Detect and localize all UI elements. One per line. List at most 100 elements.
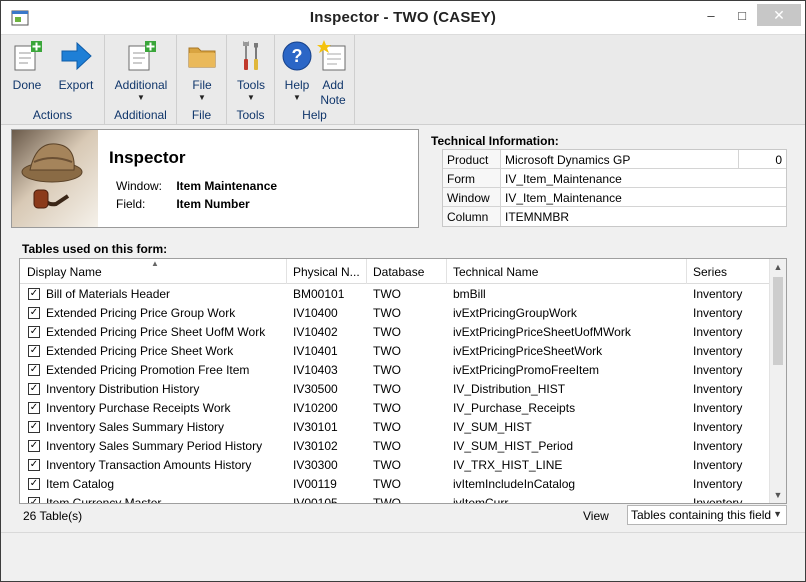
column-divider[interactable] bbox=[446, 259, 447, 284]
cell-technical-name: ivExtPricingPriceSheetUofMWork bbox=[453, 325, 631, 339]
group-label-additional: Additional bbox=[114, 108, 167, 122]
column-header-technical-name[interactable]: Technical Name bbox=[453, 265, 538, 279]
cell-physical-name: IV30102 bbox=[293, 439, 338, 453]
table-row[interactable]: ✓ Inventory Transaction Amounts History IV… bbox=[20, 456, 770, 475]
table-row[interactable]: ✓ Extended Pricing Price Sheet Work IV1040… bbox=[20, 342, 770, 361]
maximize-button[interactable]: □ bbox=[730, 7, 754, 27]
view-select[interactable]: Tables containing this field ▼ bbox=[627, 505, 787, 525]
row-checkbox[interactable]: ✓ bbox=[28, 288, 40, 300]
group-label-file: File bbox=[191, 108, 212, 122]
row-checkbox[interactable]: ✓ bbox=[28, 307, 40, 319]
table-row[interactable]: ✓ Extended Pricing Price Sheet UofM Work I… bbox=[20, 323, 770, 342]
cell-technical-name: IV_SUM_HIST_Period bbox=[453, 439, 574, 453]
chevron-down-icon: ▼ bbox=[137, 93, 145, 102]
cell-series: Inventory bbox=[693, 382, 743, 396]
cell-display-name: Extended Pricing Promotion Free Item bbox=[46, 363, 250, 377]
cell-physical-name: IV10402 bbox=[293, 325, 338, 339]
row-checkbox[interactable]: ✓ bbox=[28, 326, 40, 338]
cell-physical-name: IV00105 bbox=[293, 496, 338, 504]
table-row[interactable]: ✓ Inventory Sales Summary Period History I… bbox=[20, 437, 770, 456]
column-divider[interactable] bbox=[686, 259, 687, 284]
cell-series: Inventory bbox=[693, 344, 743, 358]
tech-key: Window bbox=[443, 188, 501, 206]
sort-ascending-icon: ▲ bbox=[151, 259, 159, 268]
row-checkbox[interactable]: ✓ bbox=[28, 459, 40, 471]
file-button[interactable]: File ▼ bbox=[183, 39, 221, 103]
table-row[interactable]: ✓ Extended Pricing Promotion Free Item IV1… bbox=[20, 361, 770, 380]
cell-technical-name: ivExtPricingGroupWork bbox=[453, 306, 577, 320]
tech-row-window: Window IV_Item_Maintenance bbox=[443, 188, 786, 207]
table-row[interactable]: ✓ Bill of Materials Header BM00101 TWO bmBil… bbox=[20, 285, 770, 304]
column-header-series[interactable]: Series bbox=[693, 265, 727, 279]
field-value: Item Number bbox=[176, 197, 250, 211]
scroll-down-icon[interactable]: ▼ bbox=[770, 487, 786, 503]
row-checkbox[interactable]: ✓ bbox=[28, 345, 40, 357]
window-title: Inspector - TWO (CASEY) bbox=[309, 9, 497, 26]
grid-header: ▲ Display Name Physical N... Database Te… bbox=[20, 259, 770, 284]
file-label: File bbox=[192, 78, 212, 92]
done-button[interactable]: Done bbox=[9, 39, 45, 93]
column-header-display-name[interactable]: Display Name bbox=[27, 265, 102, 279]
folder-icon bbox=[188, 47, 216, 68]
detective-hat-icon bbox=[21, 143, 83, 209]
table-row[interactable]: ✓ Inventory Sales Summary History IV30101 T… bbox=[20, 418, 770, 437]
add-note-label-line2: Note bbox=[320, 93, 346, 107]
tables-grid[interactable]: ▲ Display Name Physical N... Database Te… bbox=[19, 258, 787, 504]
cell-series: Inventory bbox=[693, 458, 743, 472]
add-note-label-line1: Add bbox=[322, 78, 344, 92]
chevron-down-icon: ▼ bbox=[773, 509, 782, 519]
group-label-tools: Tools bbox=[236, 108, 265, 122]
column-divider[interactable] bbox=[366, 259, 367, 284]
ribbon: Done Export Actions Additional ▼ Additio… bbox=[1, 35, 805, 125]
row-checkbox[interactable]: ✓ bbox=[28, 440, 40, 452]
table-row[interactable]: ✓ Extended Pricing Price Group Work IV1040… bbox=[20, 304, 770, 323]
cell-series: Inventory bbox=[693, 401, 743, 415]
column-header-physical-name[interactable]: Physical N... bbox=[293, 265, 360, 279]
cell-physical-name: IV10401 bbox=[293, 344, 338, 358]
cell-database: TWO bbox=[373, 401, 401, 415]
row-checkbox[interactable]: ✓ bbox=[28, 421, 40, 433]
tech-key: Product bbox=[443, 150, 501, 168]
tables-heading: Tables used on this form: bbox=[22, 242, 168, 256]
column-divider[interactable] bbox=[286, 259, 287, 284]
cell-physical-name: IV10400 bbox=[293, 306, 338, 320]
cell-display-name: Extended Pricing Price Group Work bbox=[46, 306, 236, 320]
additional-button[interactable]: Additional ▼ bbox=[109, 39, 173, 103]
row-checkbox[interactable]: ✓ bbox=[28, 478, 40, 490]
done-label: Done bbox=[12, 78, 42, 92]
help-button[interactable]: ? Help ▼ bbox=[279, 39, 315, 103]
table-row[interactable]: ✓ Inventory Purchase Receipts Work IV10200… bbox=[20, 399, 770, 418]
minimize-button[interactable]: – bbox=[699, 7, 723, 27]
info-window-row: Window: Item Maintenance bbox=[116, 179, 277, 193]
technical-info-table: Product Microsoft Dynamics GP 0 Form IV_… bbox=[442, 149, 787, 227]
cell-technical-name: ivExtPricingPriceSheetWork bbox=[453, 344, 603, 358]
close-button[interactable]: ✕ bbox=[757, 4, 801, 26]
row-checkbox[interactable]: ✓ bbox=[28, 497, 40, 503]
cell-technical-name: bmBill bbox=[453, 287, 486, 301]
column-header-database[interactable]: Database bbox=[373, 265, 424, 279]
scroll-up-icon[interactable]: ▲ bbox=[770, 259, 786, 275]
cell-physical-name: IV30300 bbox=[293, 458, 338, 472]
row-checkbox[interactable]: ✓ bbox=[28, 383, 40, 395]
export-button[interactable]: Export bbox=[55, 39, 97, 93]
scroll-thumb[interactable] bbox=[773, 277, 783, 365]
cell-display-name: Inventory Sales Summary History bbox=[46, 420, 225, 434]
row-checkbox[interactable]: ✓ bbox=[28, 402, 40, 414]
row-checkbox[interactable]: ✓ bbox=[28, 364, 40, 376]
help-icon: ? bbox=[282, 41, 312, 71]
tools-button[interactable]: Tools ▼ bbox=[232, 39, 270, 103]
done-icon bbox=[14, 41, 42, 71]
table-row[interactable]: ✓ Inventory Distribution History IV30500 TW… bbox=[20, 380, 770, 399]
add-note-button[interactable]: Add Note bbox=[315, 39, 351, 108]
window-label: Window: bbox=[116, 179, 163, 193]
cell-technical-name: IV_TRX_HIST_LINE bbox=[453, 458, 563, 472]
tech-row-column: Column ITEMNMBR bbox=[443, 207, 786, 226]
table-row[interactable]: ✓ Item Catalog IV00119 TWO ivItemIncludeInCa… bbox=[20, 475, 770, 494]
ribbon-group-help: ? Help ▼ Add Note Help bbox=[275, 35, 355, 125]
table-row[interactable]: ✓ Item Currency Master IV00105 TWO ivItemCur… bbox=[20, 494, 770, 504]
tech-value: ITEMNMBR bbox=[505, 210, 569, 224]
vertical-scrollbar[interactable]: ▲ ▼ bbox=[769, 259, 786, 503]
ribbon-group-additional: Additional ▼ Additional bbox=[105, 35, 177, 125]
inspector-info-panel: Inspector Window: Item Maintenance Field… bbox=[11, 129, 419, 228]
cell-physical-name: IV00119 bbox=[293, 477, 337, 491]
